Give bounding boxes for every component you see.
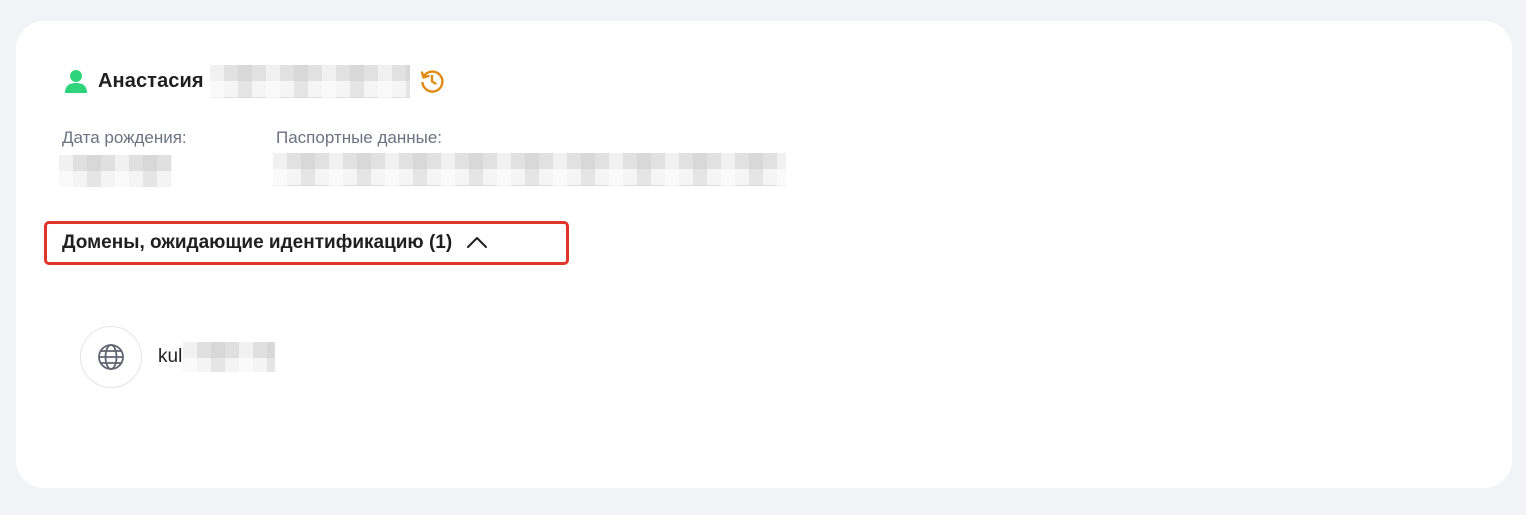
chevron-up-icon[interactable] [466, 232, 488, 254]
pending-domains-toggle[interactable]: Домены, ожидающие идентификацию (1) [44, 221, 569, 265]
passport-label: Паспортные данные: [276, 128, 443, 147]
person-last-name-redacted [209, 64, 410, 98]
pending-domains-title: Домены, ожидающие идентификацию (1) [62, 232, 453, 253]
passport-value-redacted [273, 153, 786, 186]
person-header: Анастасия [63, 64, 445, 98]
domain-name-redacted [183, 342, 276, 372]
history-icon[interactable] [419, 68, 445, 94]
globe-icon [80, 326, 142, 388]
user-icon [63, 68, 89, 94]
domain-name: kul [158, 346, 183, 367]
person-first-name: Анастасия [98, 69, 204, 92]
domain-list-item[interactable]: kul [80, 326, 276, 388]
dob-value-redacted [59, 155, 172, 187]
dob-label: Дата рождения: [62, 128, 187, 147]
